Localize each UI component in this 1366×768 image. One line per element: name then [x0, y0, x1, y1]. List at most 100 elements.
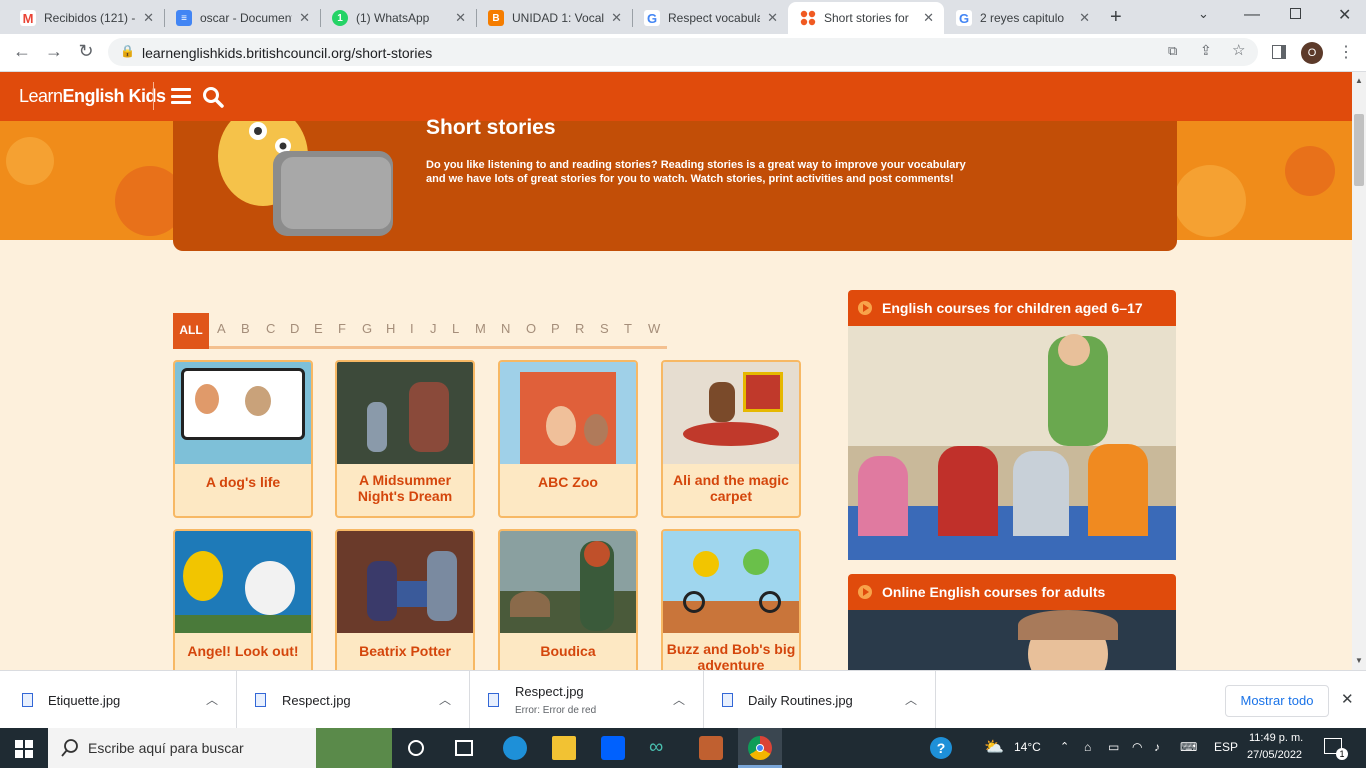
- close-icon[interactable]: ✕: [455, 10, 466, 26]
- close-icon[interactable]: ✕: [611, 10, 622, 26]
- close-icon[interactable]: ✕: [299, 10, 310, 26]
- chevron-up-icon[interactable]: ︿: [439, 691, 451, 708]
- site-logo[interactable]: LearnEnglish Kids: [19, 86, 166, 107]
- filter-all[interactable]: ALL: [173, 313, 209, 349]
- tray-keyboard-icon[interactable]: ⌨: [1180, 740, 1197, 754]
- tray-chevron-icon[interactable]: ⌃: [1060, 740, 1069, 753]
- chevron-up-icon[interactable]: ︿: [206, 691, 218, 708]
- filter-letter[interactable]: G: [362, 321, 372, 336]
- dropbox-icon[interactable]: [601, 736, 625, 760]
- promo-adult-courses[interactable]: Online English courses for adults: [848, 574, 1176, 610]
- filter-letter[interactable]: T: [624, 321, 632, 336]
- tab-blogger[interactable]: B UNIDAD 1: Vocal ✕: [476, 2, 632, 34]
- tray-network-icon[interactable]: ⌂: [1084, 740, 1091, 754]
- filter-letter[interactable]: R: [575, 321, 584, 336]
- cortana-icon[interactable]: [408, 740, 424, 756]
- side-panel-icon[interactable]: [1272, 45, 1286, 59]
- story-card-beatrix-potter[interactable]: Beatrix Potter: [335, 529, 475, 687]
- restore-button[interactable]: [1290, 8, 1301, 19]
- tab-search-chevron-icon[interactable]: ⌄: [1198, 6, 1209, 22]
- close-downloads-icon[interactable]: ✕: [1341, 690, 1354, 708]
- taskbar-search-box[interactable]: Escribe aquí para buscar: [48, 728, 392, 768]
- weather-temperature[interactable]: 14°C: [1014, 740, 1041, 754]
- filter-letter[interactable]: W: [648, 321, 660, 336]
- story-card-a-midsummer-nights-dream[interactable]: A Midsummer Night's Dream: [335, 360, 475, 518]
- story-card-angel-look-out[interactable]: Angel! Look out!: [173, 529, 313, 687]
- promo-children-image[interactable]: [848, 326, 1176, 560]
- tray-battery-icon[interactable]: ▭: [1108, 740, 1119, 754]
- tray-wifi-icon[interactable]: ◠: [1132, 740, 1142, 754]
- edge-icon[interactable]: [503, 736, 527, 760]
- story-card-boudica[interactable]: Boudica: [498, 529, 638, 687]
- minimize-button[interactable]: —: [1244, 6, 1260, 24]
- weather-icon[interactable]: ⛅: [984, 737, 1004, 757]
- filter-letter[interactable]: J: [430, 321, 437, 336]
- filter-letter[interactable]: P: [551, 321, 560, 336]
- filter-letter[interactable]: F: [338, 321, 346, 336]
- filter-letter[interactable]: L: [452, 321, 459, 336]
- forward-button[interactable]: →: [42, 41, 66, 62]
- filter-letter[interactable]: D: [290, 321, 299, 336]
- story-card-buzz-and-bobs-big-adventure[interactable]: Buzz and Bob's big adventure: [661, 529, 801, 687]
- filter-letter[interactable]: M: [475, 321, 486, 336]
- close-icon[interactable]: ✕: [143, 10, 154, 26]
- tab-short-stories[interactable]: Short stories for ✕: [788, 2, 944, 34]
- omnibox[interactable]: 🔒 learnenglishkids.britishcouncil.org/sh…: [108, 38, 1258, 66]
- scroll-up-icon[interactable]: ▲: [1355, 76, 1363, 85]
- url-text[interactable]: learnenglishkids.britishcouncil.org/shor…: [142, 45, 432, 61]
- menu-kebab-icon[interactable]: ⋮: [1338, 42, 1354, 62]
- translate-icon[interactable]: ⧉: [1168, 43, 1177, 59]
- scrollbar-thumb[interactable]: [1354, 114, 1364, 186]
- filter-letter[interactable]: O: [526, 321, 536, 336]
- download-item[interactable]: Etiquette.jpg ︿: [0, 671, 237, 729]
- filter-letter[interactable]: I: [410, 321, 414, 336]
- chevron-up-icon[interactable]: ︿: [905, 691, 917, 708]
- search-icon[interactable]: [202, 86, 224, 113]
- bookmark-star-icon[interactable]: ☆: [1232, 41, 1245, 59]
- chrome-taskbar-button[interactable]: [738, 728, 782, 768]
- download-item-failed[interactable]: Respect.jpg Error: Error de red ︿: [470, 671, 704, 729]
- tab-respect-vocabulary[interactable]: G Respect vocabula ✕: [632, 2, 788, 34]
- file-explorer-icon[interactable]: [552, 736, 576, 760]
- show-all-downloads-button[interactable]: Mostrar todo: [1225, 685, 1329, 717]
- tray-time[interactable]: 11:49 p. m.: [1249, 732, 1303, 744]
- filter-letter[interactable]: S: [600, 321, 609, 336]
- tab-gmail[interactable]: M Recibidos (121) - ✕: [8, 2, 164, 34]
- new-tab-button[interactable]: +: [1110, 6, 1122, 29]
- task-view-icon[interactable]: [455, 740, 473, 756]
- tab-2-reyes[interactable]: G 2 reyes capitulo ✕: [944, 2, 1100, 34]
- scroll-down-icon[interactable]: ▼: [1355, 656, 1363, 665]
- filter-letter[interactable]: C: [266, 321, 275, 336]
- tab-docs[interactable]: ≡ oscar - Document ✕: [164, 2, 320, 34]
- hamburger-menu-icon[interactable]: [171, 88, 191, 104]
- story-card-a-dogs-life[interactable]: A dog's life: [173, 360, 313, 518]
- lock-icon[interactable]: 🔒: [120, 44, 135, 58]
- app-infinity-icon[interactable]: ∞: [649, 736, 663, 759]
- help-icon[interactable]: ?: [930, 737, 952, 759]
- close-window-button[interactable]: ✕: [1338, 5, 1351, 25]
- story-card-ali-and-the-magic-carpet[interactable]: Ali and the magic carpet: [661, 360, 801, 518]
- chevron-up-icon[interactable]: ︿: [673, 691, 685, 708]
- windows-start-icon[interactable]: [15, 740, 33, 758]
- close-icon[interactable]: ✕: [1079, 10, 1090, 26]
- back-button[interactable]: ←: [10, 41, 34, 62]
- tab-whatsapp[interactable]: 1 (1) WhatsApp ✕: [320, 2, 476, 34]
- filter-letter[interactable]: H: [386, 321, 395, 336]
- app-office-icon[interactable]: [699, 736, 723, 760]
- profile-avatar[interactable]: O: [1301, 42, 1323, 64]
- reload-button[interactable]: ↻: [74, 41, 98, 62]
- tray-volume-icon[interactable]: ♪: [1154, 740, 1160, 754]
- close-icon[interactable]: ✕: [923, 10, 934, 26]
- download-item[interactable]: Daily Routines.jpg ︿: [704, 671, 936, 729]
- promo-adult-image[interactable]: [848, 610, 1176, 670]
- filter-letter[interactable]: N: [501, 321, 510, 336]
- download-item[interactable]: Respect.jpg ︿: [237, 671, 470, 729]
- close-icon[interactable]: ✕: [767, 10, 778, 26]
- filter-letter[interactable]: A: [217, 321, 226, 336]
- tray-date[interactable]: 27/05/2022: [1247, 749, 1302, 761]
- tray-language[interactable]: ESP: [1214, 740, 1238, 754]
- filter-letter[interactable]: B: [241, 321, 250, 336]
- filter-letter[interactable]: E: [314, 321, 323, 336]
- story-card-abc-zoo[interactable]: ABC Zoo: [498, 360, 638, 518]
- page-scrollbar[interactable]: ▲ ▼: [1352, 72, 1366, 670]
